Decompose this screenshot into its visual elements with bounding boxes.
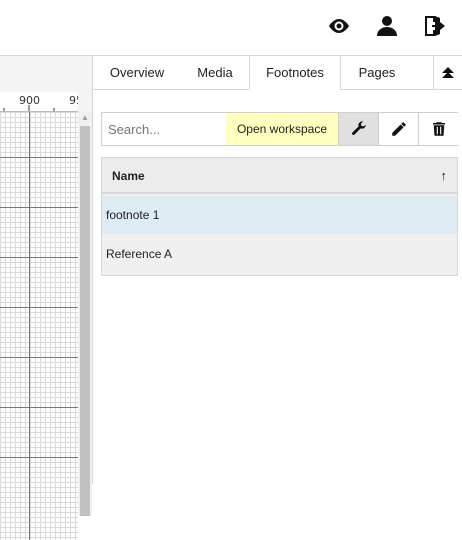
footnotes-list: Name ↑ footnote 1 Reference A	[101, 157, 458, 276]
grid-major-line	[0, 407, 78, 408]
list-item[interactable]: footnote 1	[102, 196, 457, 234]
column-header-name[interactable]: Name	[112, 169, 145, 183]
tab-overview[interactable]: Overview	[93, 56, 181, 90]
pencil-icon	[391, 122, 406, 136]
vertical-scrollbar[interactable]: ▲	[78, 112, 92, 516]
tab-pages[interactable]: Pages	[341, 56, 413, 90]
tab-footnotes[interactable]: Footnotes	[249, 56, 341, 91]
tab-media[interactable]: Media	[181, 56, 249, 90]
eye-icon[interactable]	[325, 12, 353, 40]
search-input[interactable]	[102, 113, 226, 145]
workspace-button[interactable]	[338, 113, 378, 145]
list-item-label: footnote 1	[106, 208, 160, 222]
sort-ascending-icon[interactable]: ↑	[441, 168, 448, 183]
footnotes-panel: Open workspace Name ↑ footnote 1 Referen…	[93, 90, 462, 484]
list-item[interactable]: Reference A	[102, 235, 457, 273]
grid-major-line	[0, 357, 78, 358]
trash-icon	[432, 122, 445, 136]
logout-icon[interactable]	[420, 12, 448, 40]
scrollbar-thumb[interactable]	[80, 126, 90, 516]
canvas-area: 900 950 ▲	[0, 56, 93, 540]
grid-major-line	[0, 307, 78, 308]
grid-major-line	[0, 157, 78, 158]
delete-button[interactable]	[418, 113, 458, 145]
list-header: Name ↑	[102, 158, 457, 194]
grid-major-line	[0, 207, 78, 208]
grid-major-line	[0, 457, 78, 458]
list-item-label: Reference A	[106, 247, 173, 261]
wrench-icon	[351, 121, 366, 135]
horizontal-ruler: 900 950	[0, 92, 78, 112]
collapse-panel-icon[interactable]	[433, 56, 462, 90]
tab-bar: Overview Media Footnotes Pages	[93, 56, 462, 91]
top-bar	[0, 0, 462, 56]
canvas-grid[interactable]	[0, 112, 78, 540]
scroll-up-icon[interactable]: ▲	[78, 112, 92, 124]
tooltip: Open workspace	[226, 113, 338, 145]
grid-major-line	[29, 112, 30, 540]
ruler-ticks	[3, 105, 55, 111]
edit-button[interactable]	[378, 113, 418, 145]
grid-major-line	[0, 257, 78, 258]
footnotes-toolbar: Open workspace	[101, 112, 458, 146]
user-icon[interactable]	[373, 12, 401, 40]
